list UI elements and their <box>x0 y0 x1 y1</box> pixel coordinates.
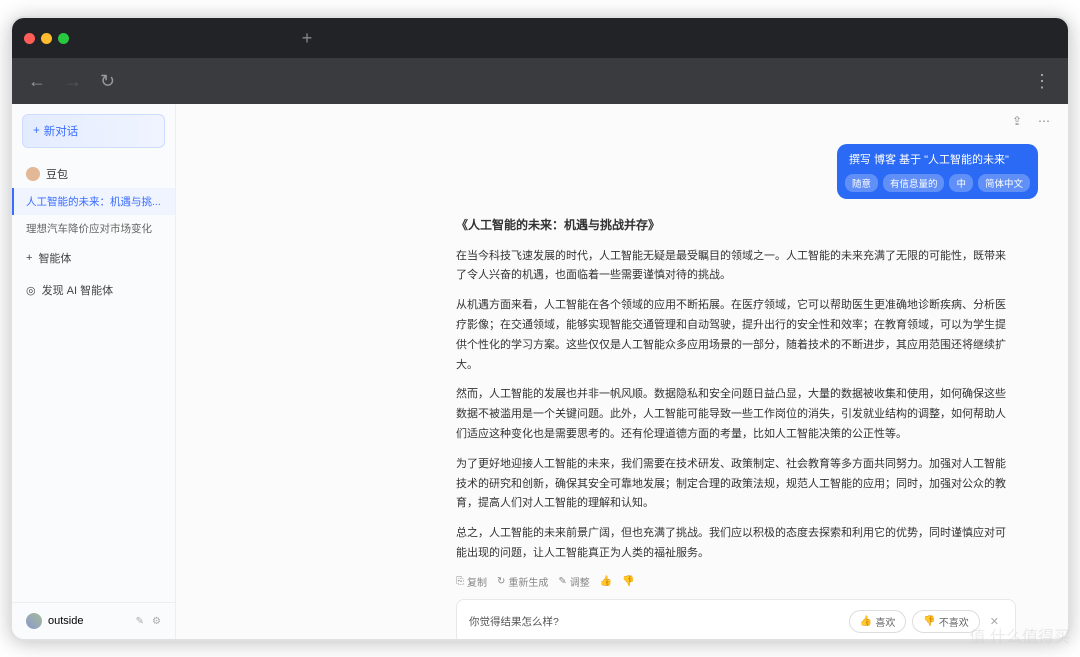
user-avatar-icon[interactable] <box>26 613 42 629</box>
more-icon[interactable]: ⋯ <box>1038 114 1052 128</box>
sidebar-footer: outside ✎ ⚙ <box>12 602 175 639</box>
prompt-tags: 随意 有信息量的 中 简体中文 <box>837 174 1038 199</box>
sidebar-agents[interactable]: + 智能体 <box>12 242 175 274</box>
prompt-tag: 简体中文 <box>978 174 1030 192</box>
article-paragraph: 总之，人工智能的未来前景广阔，但也充满了挑战。我们应以积极的态度去探索和利用它的… <box>456 524 1016 564</box>
new-chat-label: 新对话 <box>44 123 79 139</box>
back-button[interactable]: ← <box>28 71 46 92</box>
prompt-tag: 随意 <box>845 174 878 192</box>
settings-icon[interactable]: ⚙ <box>152 616 161 627</box>
forward-button: → <box>64 71 82 92</box>
article: 《人工智能的未来：机遇与挑战并存》 在当今科技飞速发展的时代，人工智能无疑是最受… <box>456 215 1016 564</box>
regenerate-button[interactable]: ↻ 重新生成 <box>497 574 548 589</box>
share-icon[interactable]: ⇪ <box>1012 114 1026 128</box>
feedback-question: 你觉得结果怎么样? <box>469 614 559 629</box>
article-paragraph: 为了更好地迎接人工智能的未来，我们需要在技术研发、政策制定、社会教育等多方面共同… <box>456 455 1016 514</box>
titlebar: + <box>12 18 1068 58</box>
adjust-button[interactable]: ✎ 调整 <box>558 574 589 589</box>
main-header: ⇪ ⋯ <box>176 104 1068 138</box>
content-scroll: 撰写 博客 基于 "人工智能的未来" 随意 有信息量的 中 简体中文 《人工智能… <box>176 138 1068 639</box>
browser-window: + ← → ↻ ⋮ + 新对话 豆包 人工智能的未来：机遇与挑... 理想汽车降… <box>10 16 1070 641</box>
new-chat-button[interactable]: + 新对话 <box>22 114 165 148</box>
copy-button[interactable]: ⎘ 复制 <box>456 574 487 589</box>
assistant-avatar-icon <box>26 167 40 181</box>
user-prompt-bubble: 撰写 博客 基于 "人工智能的未来" 随意 有信息量的 中 简体中文 <box>837 144 1038 199</box>
conversation-active[interactable]: 人工智能的未来：机遇与挑... <box>12 188 175 215</box>
watermark: 值 什么值得买 <box>970 623 1070 647</box>
prompt-text: 撰写 博客 基于 "人工智能的未来" <box>837 144 1038 174</box>
assistant-label: 豆包 <box>46 166 68 182</box>
sidebar: + 新对话 豆包 人工智能的未来：机遇与挑... 理想汽车降价应对市场变化 + … <box>12 104 176 639</box>
feedback-card: 你觉得结果怎么样? 👍 喜欢 👎 不喜欢 ✕ <box>456 599 1016 639</box>
reload-button[interactable]: ↻ <box>100 71 115 92</box>
browser-menu[interactable]: ⋮ <box>1033 71 1052 92</box>
compass-icon: ◎ <box>26 284 36 297</box>
article-paragraph: 从机遇方面来看，人工智能在各个领域的应用不断拓展。在医疗领域，它可以帮助医生更准… <box>456 296 1016 375</box>
message-actions: ⎘ 复制 ↻ 重新生成 ✎ 调整 👍 👎 <box>456 574 1016 589</box>
thumbs-up-icon[interactable]: 👍 <box>600 576 612 587</box>
conversation-item[interactable]: 理想汽车降价应对市场变化 <box>12 215 175 242</box>
thumbs-down-icon[interactable]: 👎 <box>622 576 634 587</box>
main-panel: ⇪ ⋯ 撰写 博客 基于 "人工智能的未来" 随意 有信息量的 中 简体中文 《… <box>176 104 1068 639</box>
article-paragraph: 然而，人工智能的发展也并非一帆风顺。数据隐私和安全问题日益凸显，大量的数据被收集… <box>456 385 1016 444</box>
browser-toolbar: ← → ↻ ⋮ <box>12 58 1068 104</box>
plus-icon: + <box>33 125 40 137</box>
assistant-item[interactable]: 豆包 <box>12 160 175 188</box>
app-body: + 新对话 豆包 人工智能的未来：机遇与挑... 理想汽车降价应对市场变化 + … <box>12 104 1068 639</box>
prompt-tag: 有信息量的 <box>883 174 945 192</box>
prompt-tag: 中 <box>949 174 973 192</box>
like-button[interactable]: 👍 喜欢 <box>849 610 906 633</box>
article-title: 《人工智能的未来：机遇与挑战并存》 <box>456 215 1016 237</box>
sidebar-discover[interactable]: ◎ 发现 AI 智能体 <box>12 274 175 306</box>
username: outside <box>48 615 83 627</box>
new-tab-button[interactable]: + <box>295 26 319 50</box>
plus-icon: + <box>26 252 32 264</box>
minimize-dot[interactable] <box>41 33 52 44</box>
edit-icon[interactable]: ✎ <box>136 616 144 627</box>
article-paragraph: 在当今科技飞速发展的时代，人工智能无疑是最受瞩目的领域之一。人工智能的未来充满了… <box>456 247 1016 287</box>
maximize-dot[interactable] <box>58 33 69 44</box>
close-dot[interactable] <box>24 33 35 44</box>
